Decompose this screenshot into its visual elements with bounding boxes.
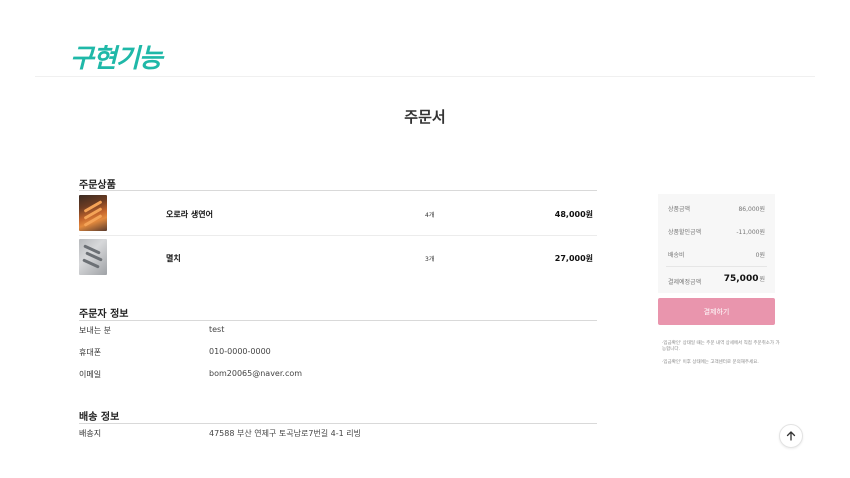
header-divider	[35, 76, 815, 77]
payment-notice: ·입금확인' 상태일 때는 주문 내역 상세에서 직접 주문취소가 가능합니다.	[662, 341, 780, 352]
pay-button[interactable]: 결제하기	[658, 298, 775, 325]
product-thumbnail-anchovy	[79, 239, 107, 275]
product-price: 27,000원	[554, 254, 593, 263]
orderer-phone-label: 휴대폰	[79, 348, 102, 357]
summary-total-label: 결제예정금액	[668, 279, 702, 286]
product-quantity: 3개	[425, 256, 435, 263]
shipping-info-title: 배송 정보	[79, 412, 120, 423]
orderer-phone-value: 010-0000-0000	[209, 347, 271, 356]
summary-total-unit: 원	[759, 276, 765, 283]
product-name[interactable]: 오로라 생연어	[166, 209, 213, 220]
payment-notice: ·입금확인' 이후 상태에는 고객센터로 문의해주세요.	[662, 360, 759, 365]
scroll-top-button[interactable]	[779, 424, 803, 448]
arrow-up-icon	[786, 431, 796, 441]
shipping-address-value: 47588 부산 연제구 토곡남로7번길 4-1 리빙	[209, 429, 361, 438]
product-name[interactable]: 멸치	[166, 253, 181, 264]
section-divider	[79, 320, 597, 321]
summary-divider	[666, 266, 767, 267]
payment-summary-box: 상품금액 86,000원 상품할인금액 -11,000원 배송비 0원 결제예정…	[658, 194, 775, 293]
summary-product-amount-label: 상품금액	[668, 206, 691, 213]
shipping-address-label: 배송지	[79, 429, 102, 438]
orderer-name-value: test	[209, 325, 225, 334]
product-thumbnail-salmon	[79, 195, 107, 231]
summary-discount-value: -11,000원	[736, 229, 765, 236]
row-divider	[79, 235, 597, 236]
summary-total-amount: 75,000	[723, 274, 759, 284]
summary-shipping-label: 배송비	[668, 252, 685, 259]
orderer-info-title: 주문자 정보	[79, 309, 129, 320]
orderer-email-value: bom20065@naver.com	[209, 369, 303, 378]
page-title: 주문서	[404, 108, 446, 126]
page-header-title: 구현기능	[70, 44, 163, 74]
summary-shipping-value: 0원	[755, 252, 765, 259]
product-price: 48,000원	[554, 210, 593, 219]
summary-product-amount-value: 86,000원	[738, 206, 765, 213]
product-quantity: 4개	[425, 212, 435, 219]
section-divider	[79, 423, 597, 424]
orderer-email-label: 이메일	[79, 370, 102, 379]
summary-discount-label: 상품할인금액	[668, 229, 702, 236]
order-products-title: 주문상품	[79, 180, 116, 191]
orderer-name-label: 보내는 분	[79, 326, 111, 335]
section-divider	[79, 190, 597, 191]
summary-total-value: 75,000원	[724, 274, 765, 284]
